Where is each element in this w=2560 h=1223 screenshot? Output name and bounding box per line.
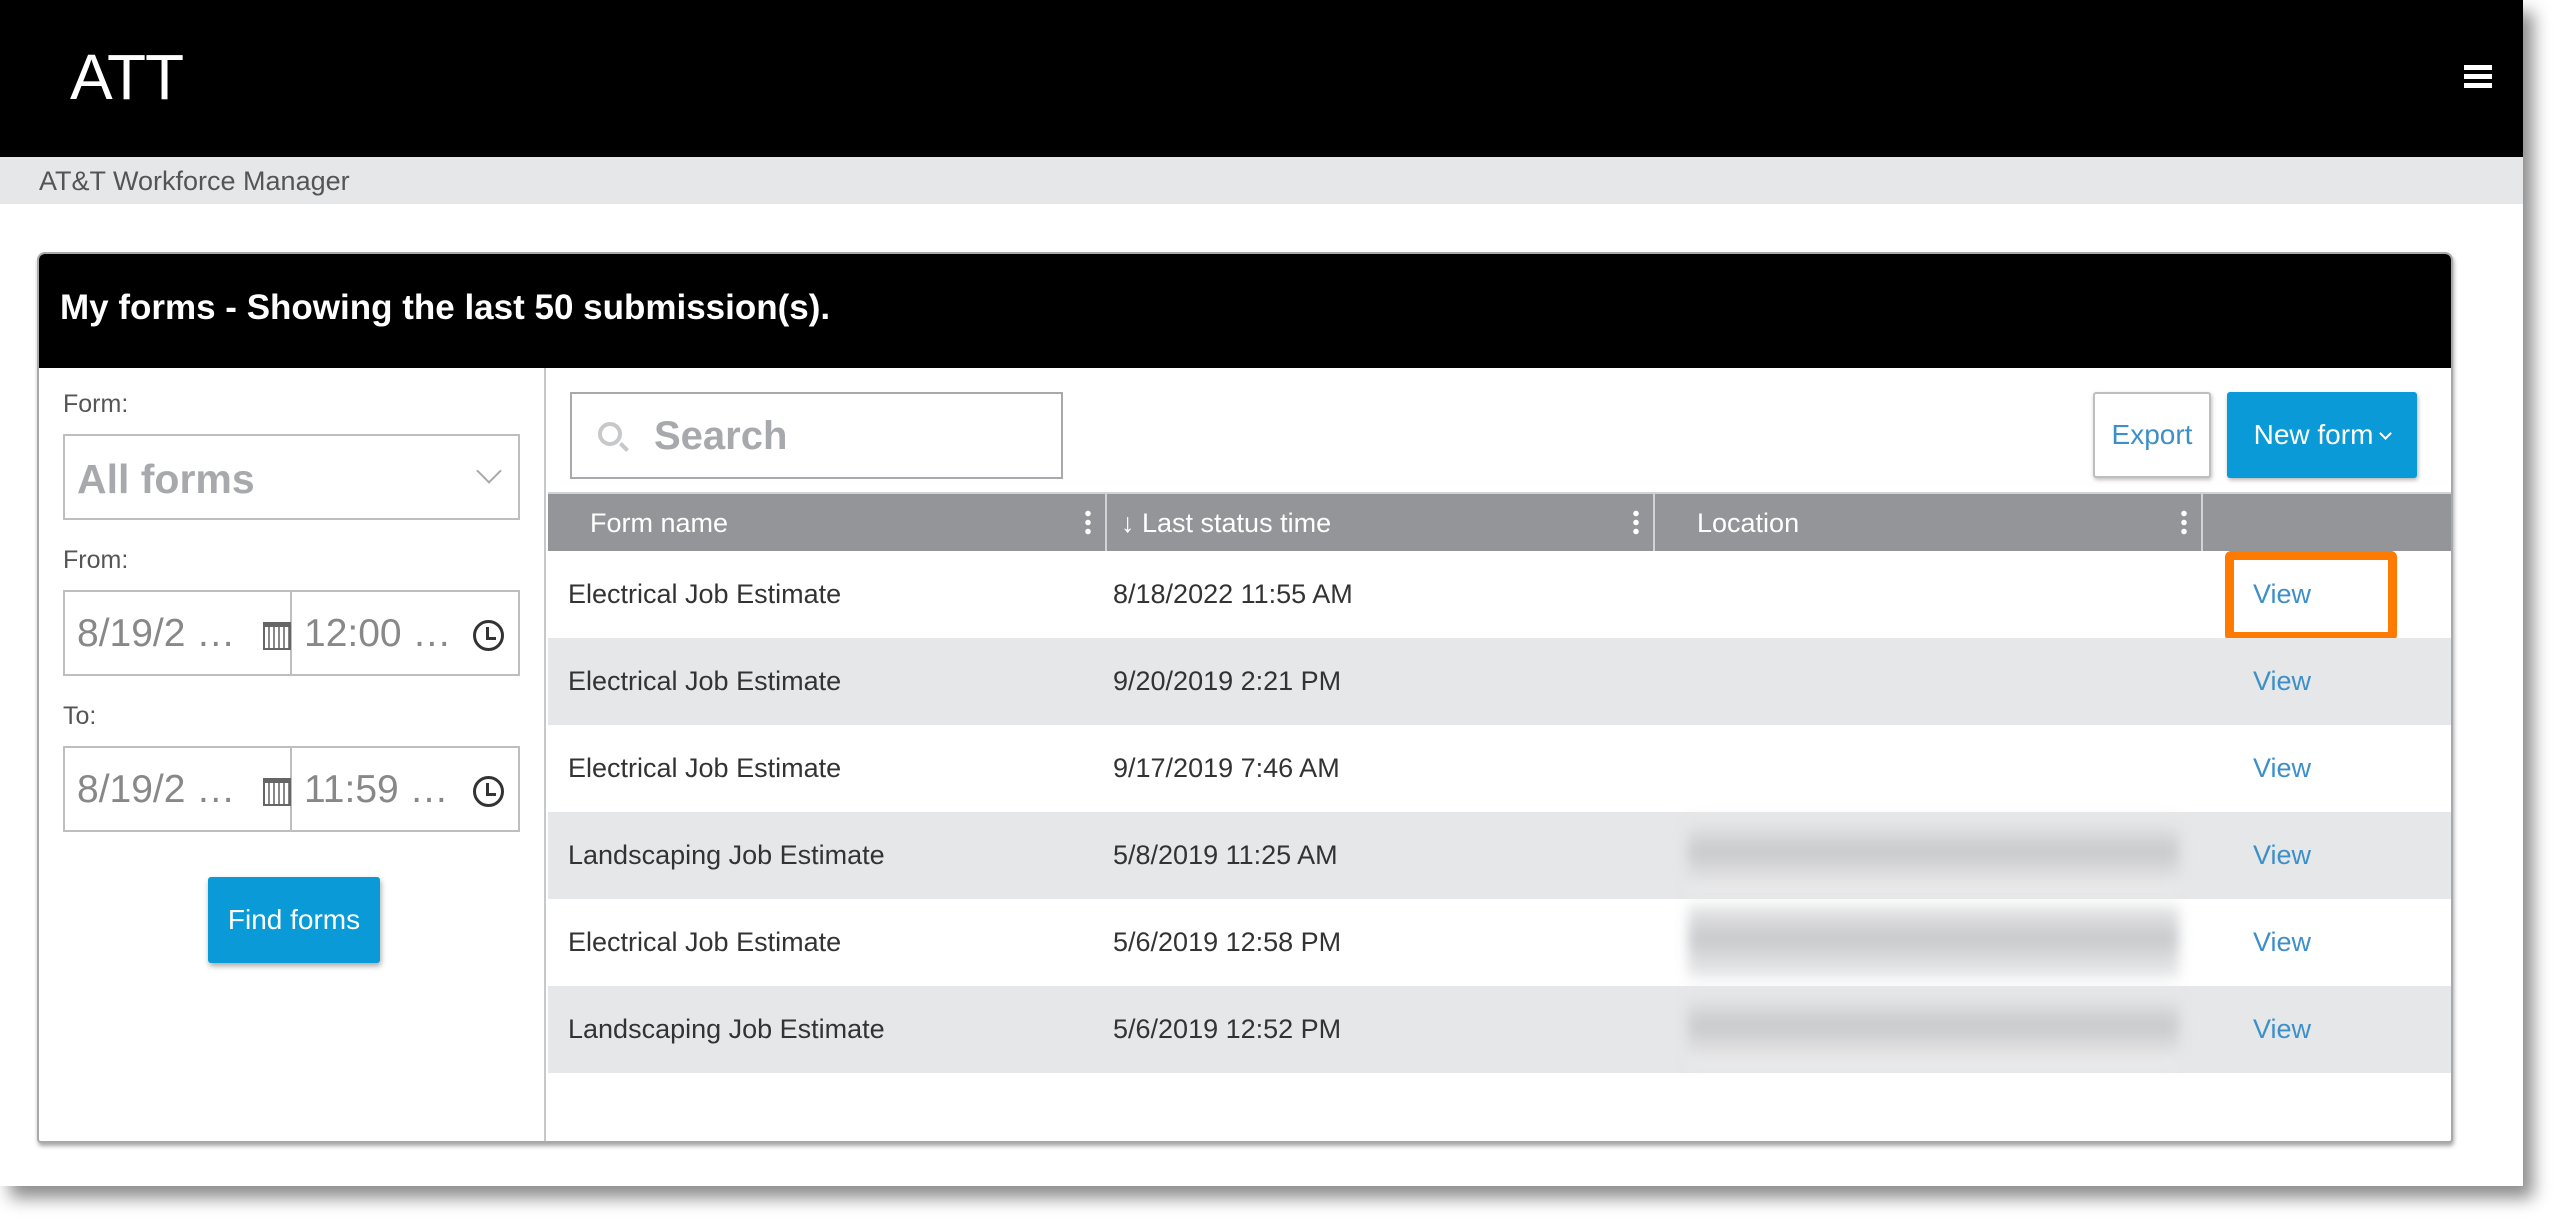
form-name-cell: Electrical Job Estimate: [568, 753, 842, 783]
status-time-cell: 5/6/2019 12:58 PM: [1113, 927, 1342, 957]
filter-sidebar: Form: All forms From: 8/19/2 … 12:00 … T…: [39, 368, 546, 1141]
form-name-cell: Electrical Job Estimate: [568, 927, 842, 957]
new-form-label: New form: [2253, 419, 2374, 450]
column-menu-icon[interactable]: [2181, 509, 2187, 535]
view-link[interactable]: View: [2253, 666, 2311, 697]
from-label: From:: [63, 546, 129, 574]
column-menu-icon[interactable]: [1633, 509, 1639, 535]
form-label: Form:: [63, 390, 129, 418]
column-header-actions: [2203, 494, 2451, 551]
to-time-input[interactable]: 11:59 …: [292, 748, 518, 830]
from-datetime: 8/19/2 … 12:00 …: [63, 590, 520, 676]
app-subtitle-bar: AT&T Workforce Manager: [0, 157, 2523, 204]
to-date-value: 8/19/2 …: [77, 768, 236, 811]
status-time-cell: 9/17/2019 7:46 AM: [1113, 753, 1340, 783]
table-header: Form name ↓ Last status time Location: [548, 492, 2451, 551]
view-link[interactable]: View: [2253, 1014, 2311, 1045]
location-cell-redacted: [1688, 905, 2179, 979]
location-cell-redacted: [1688, 992, 2179, 1066]
table-row: Electrical Job Estimate 8/18/2022 11:55 …: [548, 551, 2451, 641]
panel-title: My forms - Showing the last 50 submissio…: [60, 288, 831, 327]
form-name-cell: Electrical Job Estimate: [568, 666, 842, 696]
table-row: Electrical Job Estimate 9/17/2019 7:46 A…: [548, 725, 2451, 812]
from-time-input[interactable]: 12:00 …: [292, 592, 518, 674]
form-name-cell: Landscaping Job Estimate: [568, 840, 885, 870]
to-date-input[interactable]: 8/19/2 …: [65, 748, 292, 830]
calendar-icon[interactable]: [263, 622, 291, 650]
form-name-cell: Electrical Job Estimate: [568, 579, 842, 609]
form-select[interactable]: All forms: [63, 434, 520, 520]
table-row: Landscaping Job Estimate 5/6/2019 12:52 …: [548, 986, 2451, 1073]
column-header-last-status-time[interactable]: ↓ Last status time: [1107, 494, 1655, 551]
search-input[interactable]: [654, 408, 1044, 464]
column-header-form-name[interactable]: Form name: [548, 494, 1107, 551]
clock-icon[interactable]: [473, 620, 504, 651]
find-forms-button[interactable]: Find forms: [208, 877, 380, 963]
status-time-cell: 8/18/2022 11:55 AM: [1113, 579, 1353, 609]
forms-list: Export New form Form name ↓ Last status …: [548, 368, 2451, 1141]
table-row: Electrical Job Estimate 9/20/2019 2:21 P…: [548, 638, 2451, 725]
hamburger-menu-icon[interactable]: [2464, 65, 2492, 89]
view-link[interactable]: View: [2253, 579, 2311, 610]
column-menu-icon[interactable]: [1085, 509, 1091, 535]
status-time-cell: 5/6/2019 12:52 PM: [1113, 1014, 1342, 1044]
status-time-cell: 5/8/2019 11:25 AM: [1113, 840, 1338, 870]
to-label: To:: [63, 702, 97, 730]
view-link[interactable]: View: [2253, 840, 2311, 871]
status-time-cell: 9/20/2019 2:21 PM: [1113, 666, 1342, 696]
table-row: Landscaping Job Estimate 5/8/2019 11:25 …: [548, 812, 2451, 899]
chevron-down-icon: [2379, 427, 2393, 440]
top-bar: ATT: [0, 0, 2523, 157]
from-date-input[interactable]: 8/19/2 …: [65, 592, 292, 674]
new-form-button[interactable]: New form: [2227, 392, 2417, 478]
column-label: Location: [1697, 508, 1800, 538]
view-link[interactable]: View: [2253, 753, 2311, 784]
location-cell-redacted: [1688, 818, 2179, 892]
to-datetime: 8/19/2 … 11:59 …: [63, 746, 520, 832]
column-header-location[interactable]: Location: [1655, 494, 2203, 551]
panel-header: My forms - Showing the last 50 submissio…: [39, 254, 2451, 368]
table-row: Electrical Job Estimate 5/6/2019 12:58 P…: [548, 899, 2451, 986]
chevron-down-icon: [476, 458, 502, 484]
search-icon: [598, 422, 622, 446]
form-select-value: All forms: [77, 456, 255, 502]
search-box[interactable]: [570, 392, 1063, 479]
to-time-value: 11:59 …: [304, 768, 449, 811]
export-button[interactable]: Export: [2093, 392, 2211, 478]
my-forms-panel: My forms - Showing the last 50 submissio…: [37, 252, 2453, 1143]
column-label: Form name: [590, 508, 729, 538]
view-link[interactable]: View: [2253, 927, 2311, 958]
calendar-icon[interactable]: [263, 778, 291, 806]
form-name-cell: Landscaping Job Estimate: [568, 1014, 885, 1044]
column-label: ↓ Last status time: [1121, 508, 1332, 538]
page: ATT AT&T Workforce Manager My forms - Sh…: [0, 0, 2523, 1186]
app-subtitle: AT&T Workforce Manager: [39, 166, 350, 196]
from-date-value: 8/19/2 …: [77, 612, 236, 655]
clock-icon[interactable]: [473, 776, 504, 807]
brand-logo: ATT: [70, 41, 184, 113]
from-time-value: 12:00 …: [304, 612, 452, 655]
